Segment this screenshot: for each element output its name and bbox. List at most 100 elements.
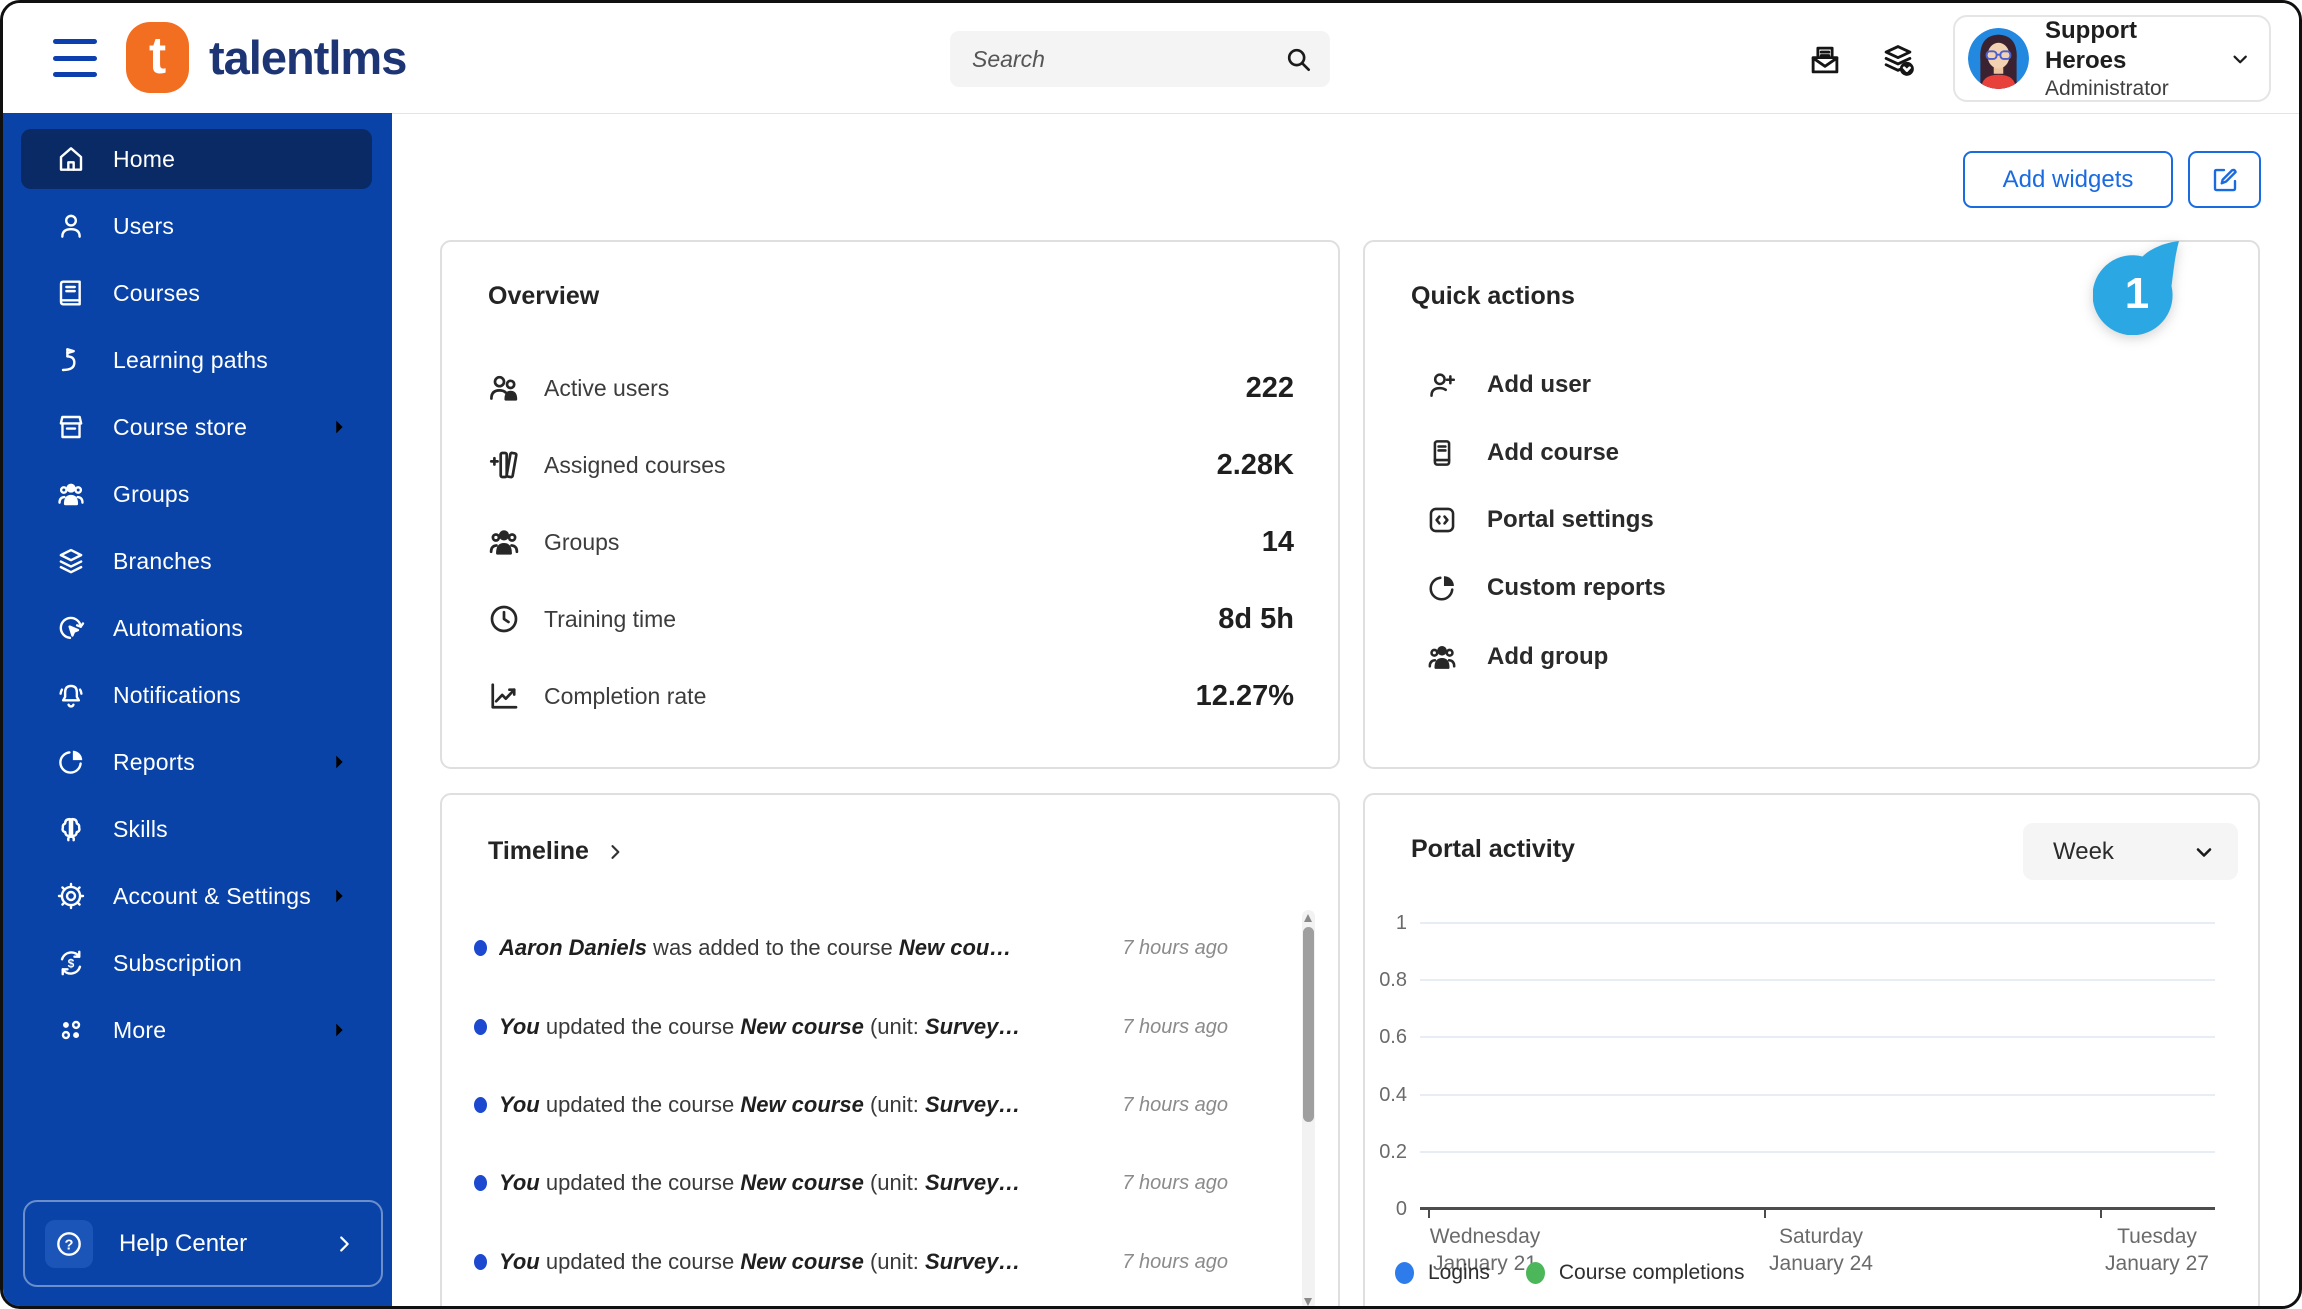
sidebar-nav: Home Users Courses Learning paths Course… bbox=[3, 113, 392, 1067]
svg-text:?: ? bbox=[65, 1237, 74, 1253]
quick-action-add-course[interactable]: Add course bbox=[1425, 427, 2214, 479]
chevron-right-icon bbox=[333, 1233, 355, 1255]
scrollbar-thumb[interactable] bbox=[1303, 927, 1314, 1122]
x-tick-label: Tuesday January 27 bbox=[2105, 1225, 2209, 1275]
overview-row-active-users: Active users 222 bbox=[486, 360, 1294, 416]
sidebar-item-users[interactable]: Users bbox=[21, 196, 372, 256]
chevron-down-icon bbox=[2233, 55, 2247, 63]
layers-icon bbox=[55, 545, 87, 577]
event-dot-icon bbox=[474, 1097, 487, 1113]
scroll-down-icon[interactable] bbox=[1304, 1298, 1312, 1306]
logins-legend-label: Logins bbox=[1428, 1261, 1490, 1284]
svg-text:$: $ bbox=[68, 956, 75, 970]
groups-icon bbox=[486, 524, 522, 560]
trend-line-icon bbox=[486, 678, 522, 714]
inbox-message-icon[interactable] bbox=[1806, 41, 1844, 79]
sidebar-item-courses[interactable]: Courses bbox=[21, 263, 372, 323]
sidebar-item-automations[interactable]: Automations bbox=[21, 598, 372, 658]
y-tick: 0 bbox=[1395, 1198, 1407, 1220]
search-input[interactable] bbox=[950, 31, 1330, 87]
sidebar-item-learning-paths[interactable]: Learning paths bbox=[21, 330, 372, 390]
brain-icon bbox=[55, 813, 87, 845]
assigned-courses-icon bbox=[486, 447, 522, 483]
event-dot-icon bbox=[474, 1254, 487, 1270]
sidebar-item-groups[interactable]: Groups bbox=[21, 464, 372, 524]
book-icon bbox=[55, 277, 87, 309]
profile-menu[interactable]: Support Heroes Administrator bbox=[1953, 15, 2271, 102]
timeline-header-link[interactable]: Timeline bbox=[488, 837, 625, 866]
overview-card: Overview Active users 222 Assigned cours… bbox=[440, 240, 1340, 769]
pie-quarter-icon bbox=[1425, 571, 1459, 605]
automation-arrow-icon bbox=[55, 612, 87, 644]
event-time: 7 hours ago bbox=[1122, 936, 1228, 959]
add-course-icon bbox=[1425, 436, 1459, 470]
event-time: 7 hours ago bbox=[1122, 1093, 1228, 1116]
logo-wordmark: talentlms bbox=[209, 31, 407, 84]
help-center-button[interactable]: ? Help Center bbox=[23, 1200, 383, 1287]
main-content: Welcome, Support! Add widgets 1 Overview… bbox=[392, 114, 2299, 1306]
sidebar-item-account-settings[interactable]: Account & Settings bbox=[21, 866, 372, 926]
step-1-cursor-badge: 1 bbox=[2093, 241, 2179, 335]
add-group-icon bbox=[1425, 640, 1459, 674]
svg-text:1: 1 bbox=[2125, 269, 2149, 318]
quick-action-add-group[interactable]: Add group bbox=[1425, 631, 2214, 683]
sidebar-item-more[interactable]: More bbox=[21, 1000, 372, 1060]
quick-action-portal-settings[interactable]: Portal settings bbox=[1425, 494, 2214, 546]
event-dot-icon bbox=[474, 1019, 487, 1035]
timeline-scrollbar[interactable] bbox=[1302, 910, 1315, 1306]
logo-mark-icon: t bbox=[126, 22, 189, 93]
dollar-refresh-icon: $ bbox=[55, 947, 87, 979]
sidebar-item-reports[interactable]: Reports bbox=[21, 732, 372, 792]
scroll-up-icon[interactable] bbox=[1304, 914, 1312, 922]
pie-chart-icon bbox=[55, 746, 87, 778]
event-time: 7 hours ago bbox=[1122, 1171, 1228, 1194]
sidebar-item-notifications[interactable]: Notifications bbox=[21, 665, 372, 725]
completions-legend-label: Course completions bbox=[1558, 1261, 1745, 1284]
chevron-right-icon bbox=[611, 844, 620, 859]
active-users-icon bbox=[486, 370, 522, 406]
chevron-down-icon bbox=[2196, 847, 2212, 857]
add-user-icon bbox=[1425, 368, 1459, 402]
completions-legend-dot bbox=[1525, 1262, 1545, 1284]
event-dot-icon bbox=[474, 1175, 487, 1191]
quick-actions-title: Quick actions bbox=[1411, 282, 1575, 310]
talentlms-logo[interactable]: t talentlms bbox=[126, 22, 407, 93]
y-tick: 0.6 bbox=[1379, 1026, 1407, 1048]
timeline-event: Aaron Daniels was added to the course Ne… bbox=[474, 922, 1228, 974]
hamburger-menu-icon[interactable] bbox=[53, 39, 97, 77]
quick-action-add-user[interactable]: Add user bbox=[1425, 359, 2214, 411]
search-icon[interactable] bbox=[1282, 43, 1314, 75]
sidebar: Home Users Courses Learning paths Course… bbox=[3, 113, 392, 1306]
chevron-right-icon bbox=[328, 885, 350, 907]
timeline-card: Timeline Aaron Daniels was added to the … bbox=[440, 793, 1340, 1306]
sidebar-item-subscription[interactable]: $ Subscription bbox=[21, 933, 372, 993]
path-flag-icon bbox=[55, 344, 87, 376]
storefront-icon bbox=[55, 411, 87, 443]
timeline-event: You updated the course New course (unit:… bbox=[474, 1001, 1228, 1053]
sidebar-item-branches[interactable]: Branches bbox=[21, 531, 372, 591]
profile-name: Support Heroes bbox=[2045, 16, 2137, 74]
chevron-right-icon bbox=[328, 1019, 350, 1041]
event-dot-icon bbox=[474, 940, 487, 956]
sidebar-item-home[interactable]: Home bbox=[21, 129, 372, 189]
add-widgets-button[interactable]: Add widgets bbox=[1963, 151, 2173, 208]
event-time: 7 hours ago bbox=[1122, 1250, 1228, 1273]
people-icon bbox=[55, 478, 87, 510]
course-stack-icon[interactable] bbox=[1879, 41, 1917, 79]
portal-activity-card: Portal activity Week 1 0.8 0.6 0.4 0.2 0 bbox=[1363, 793, 2260, 1306]
chart-legend: Logins Course completions bbox=[1395, 1261, 1744, 1285]
y-tick: 1 bbox=[1395, 912, 1407, 934]
gear-icon bbox=[55, 880, 87, 912]
overview-title: Overview bbox=[488, 282, 600, 310]
overview-row-completion-rate: Completion rate 12.27% bbox=[486, 668, 1294, 724]
y-tick: 0.8 bbox=[1379, 969, 1407, 991]
edit-dashboard-button[interactable] bbox=[2188, 151, 2261, 208]
y-tick: 0.4 bbox=[1379, 1084, 1407, 1106]
profile-role: Administrator bbox=[2045, 76, 2169, 100]
sidebar-item-course-store[interactable]: Course store bbox=[21, 397, 372, 457]
user-icon bbox=[55, 210, 87, 242]
home-icon bbox=[55, 143, 87, 175]
period-select[interactable]: Week bbox=[2023, 823, 2238, 880]
sidebar-item-skills[interactable]: Skills bbox=[21, 799, 372, 859]
quick-action-custom-reports[interactable]: Custom reports bbox=[1425, 562, 2214, 614]
